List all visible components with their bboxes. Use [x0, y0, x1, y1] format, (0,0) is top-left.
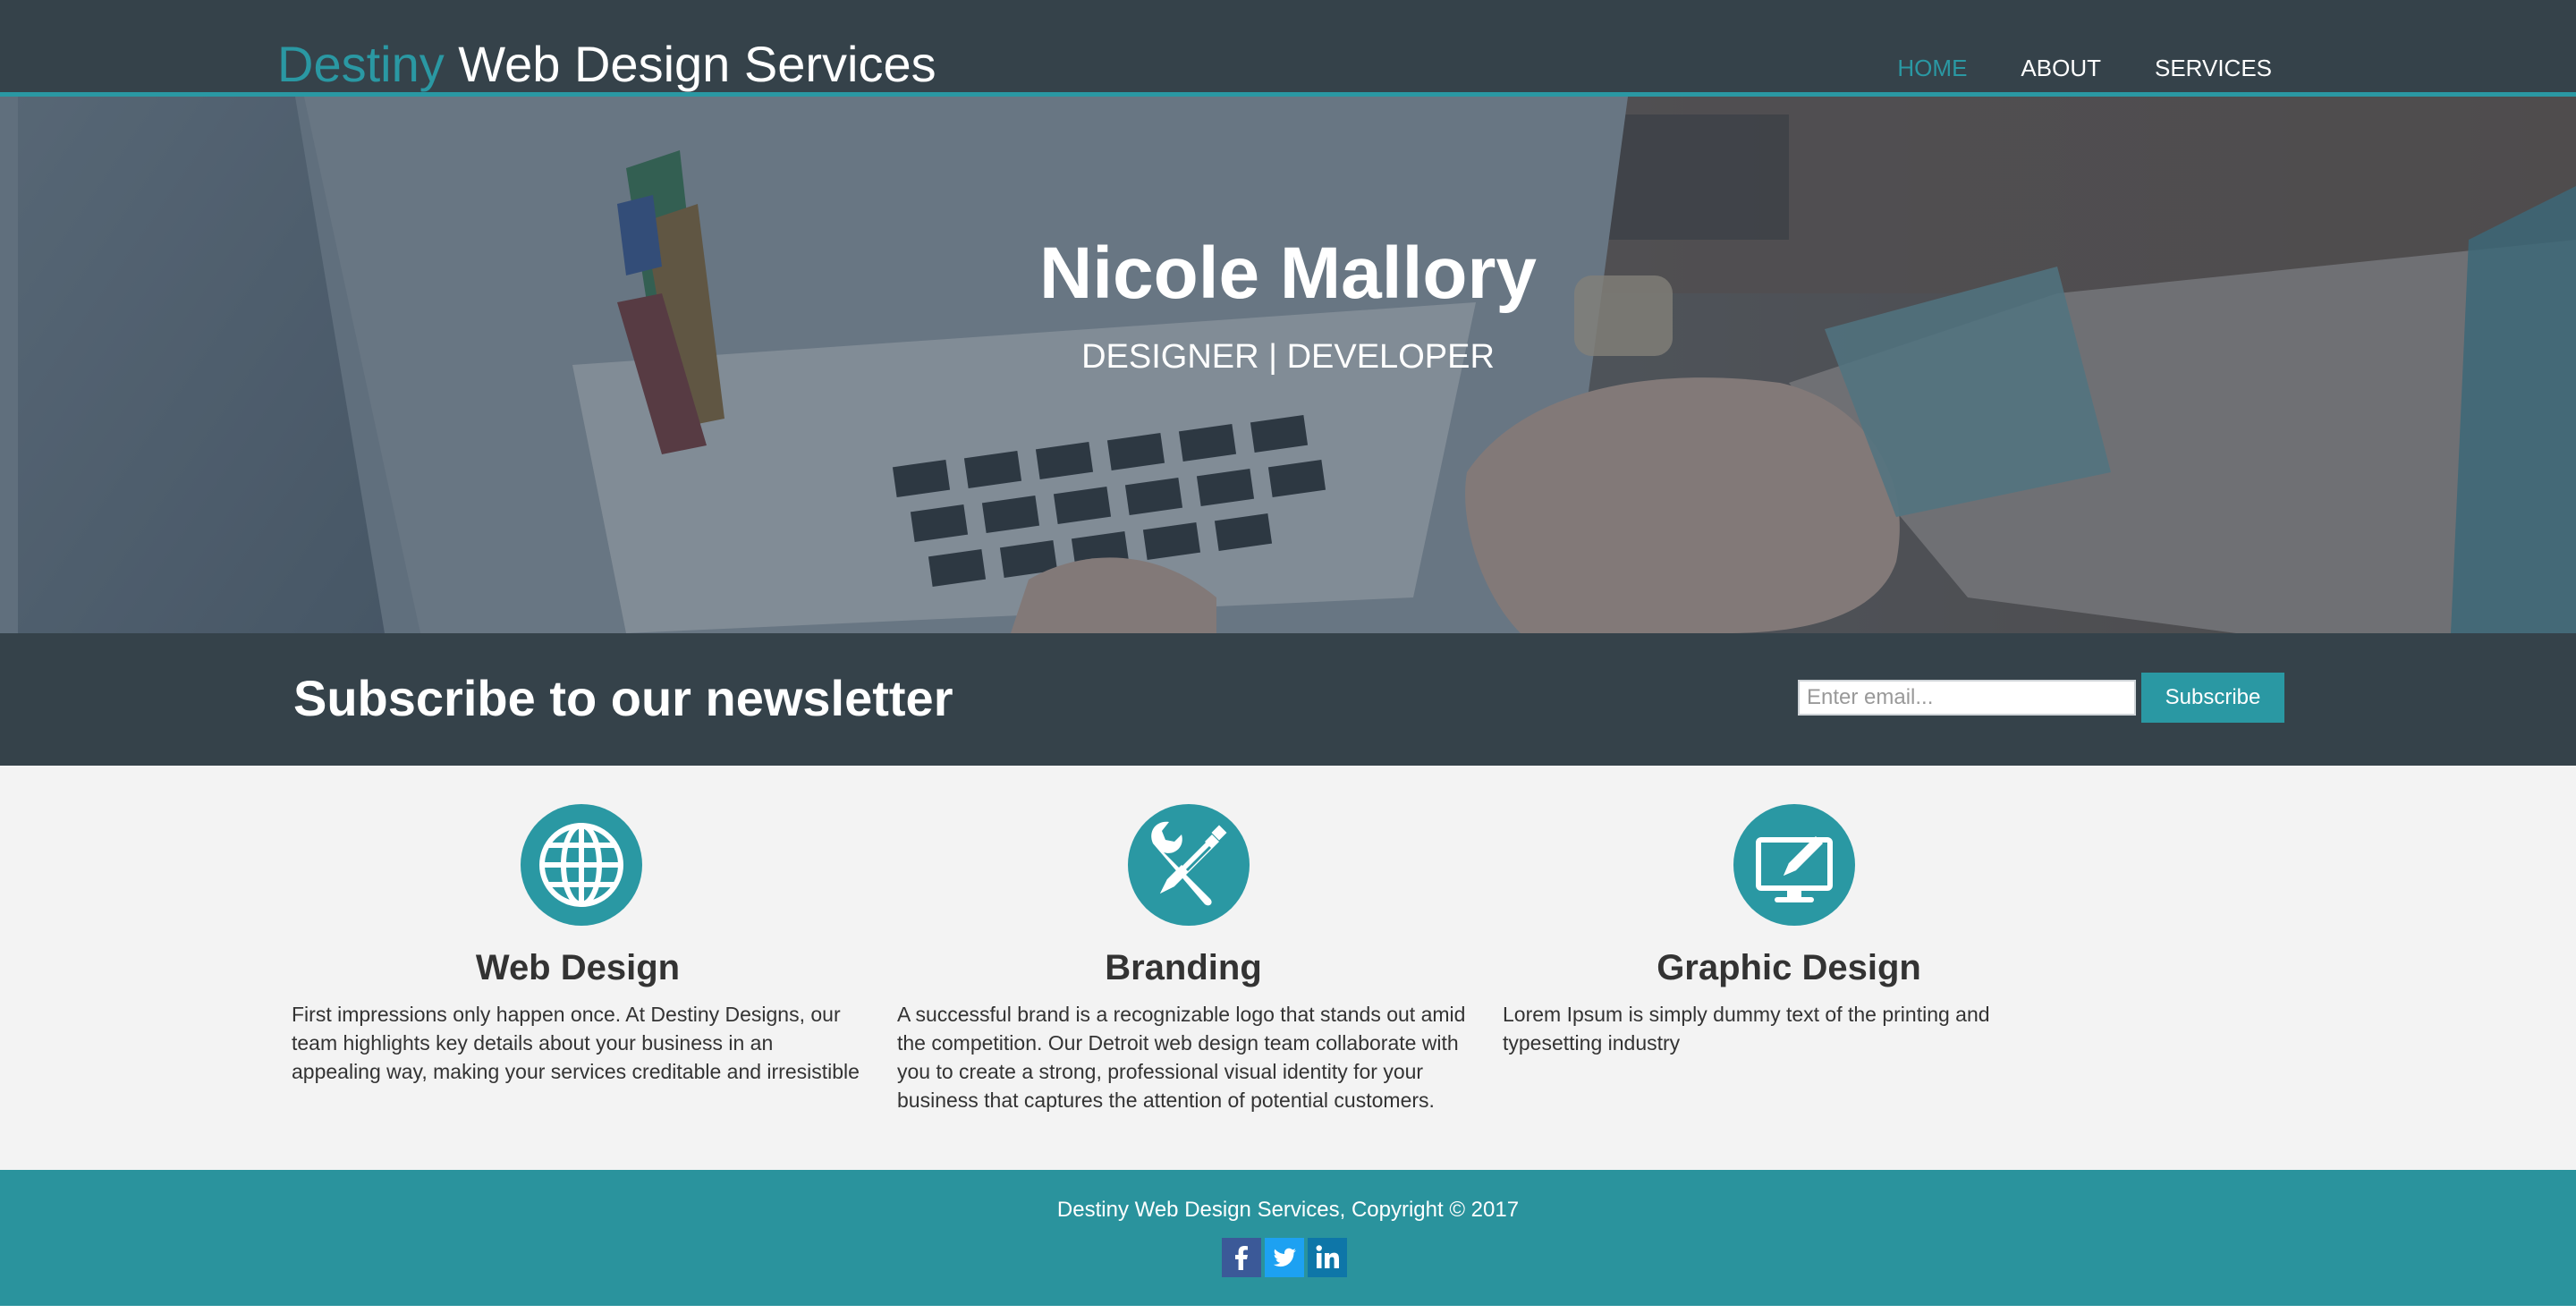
box-text: A successful brand is a recognizable log… [897, 1003, 1466, 1112]
hero-title: Nicole Mallory [1039, 233, 1537, 314]
email-input[interactable] [1798, 680, 2136, 716]
globe-icon [521, 804, 642, 926]
hero-subtitle: DESIGNER | DEVELOPER [1081, 338, 1495, 376]
nav-home-link[interactable]: HOME [1897, 54, 1967, 82]
box-text: First impressions only happen once. At D… [292, 1003, 860, 1083]
page-bottom-strip [0, 1306, 2576, 1313]
logo-highlight: Destiny [277, 36, 445, 92]
social-links [1222, 1238, 1347, 1277]
subscribe-button[interactable]: Subscribe [2141, 673, 2284, 723]
site-header: Destiny Web Design Services HOME ABOUT S… [0, 0, 2576, 97]
monitor-pen-icon [1733, 804, 1855, 926]
box-title: Branding [1105, 948, 1262, 987]
page: Destiny Web Design Services HOME ABOUT S… [0, 0, 2576, 1313]
twitter-icon[interactable] [1265, 1238, 1304, 1277]
newsletter-section: Subscribe to our newsletter Subscribe [0, 633, 2576, 766]
site-footer: Destiny Web Design Services, Copyright ©… [0, 1170, 2576, 1306]
facebook-icon[interactable] [1222, 1238, 1261, 1277]
logo-text: Web Design Services [444, 36, 936, 92]
copyright-text: Destiny Web Design Services, Copyright ©… [1056, 1198, 1520, 1222]
hero-section: Nicole Mallory DESIGNER | DEVELOPER [0, 97, 2576, 633]
nav-about-link[interactable]: ABOUT [2021, 54, 2101, 82]
nav-services-link[interactable]: SERVICES [2155, 54, 2272, 82]
box-title: Graphic Design [1657, 948, 1921, 987]
services-boxes: Web Design First impressions only happen… [0, 766, 2576, 1170]
box-text: Lorem Ipsum is simply dummy text of the … [1503, 1003, 1990, 1055]
box-title: Web Design [475, 948, 681, 987]
site-logo[interactable]: Destiny Web Design Services [277, 36, 936, 93]
main-nav: HOME ABOUT SERVICES [1897, 54, 2272, 82]
newsletter-heading: Subscribe to our newsletter [293, 670, 953, 726]
linkedin-icon[interactable] [1308, 1238, 1347, 1277]
newsletter-form: Subscribe [1798, 673, 2284, 723]
wrench-pencil-icon [1128, 804, 1250, 926]
